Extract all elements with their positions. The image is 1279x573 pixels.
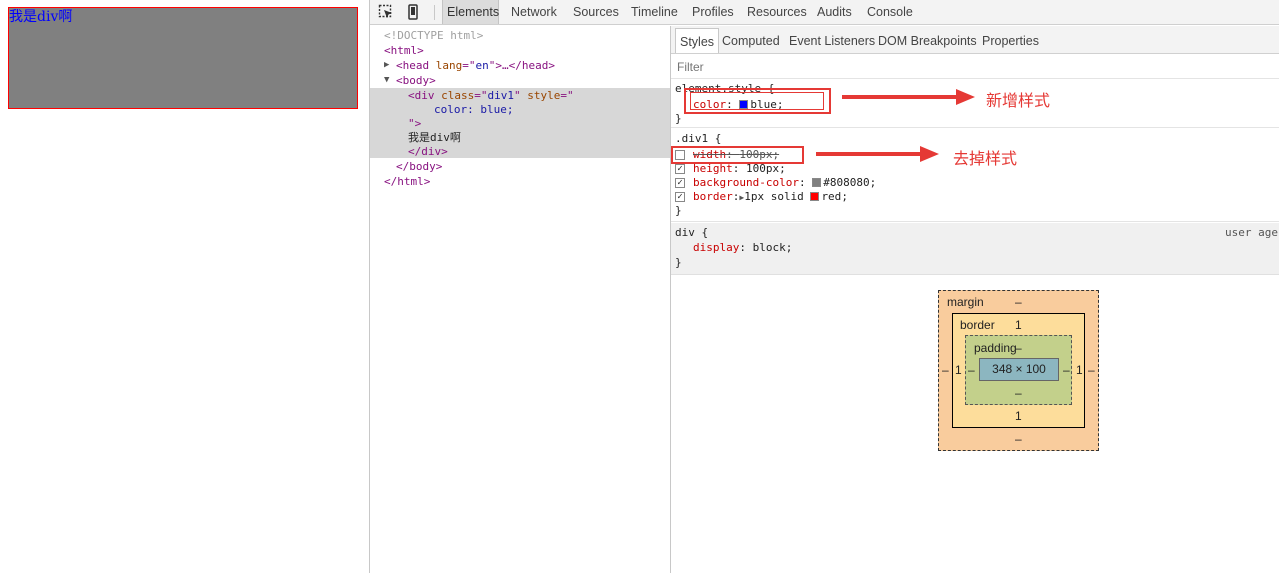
box-model-content[interactable]: 348 × 100 — [979, 358, 1059, 381]
filter-bar — [671, 54, 1279, 79]
tree-div-node[interactable]: <div class="div1" style=" — [408, 89, 574, 103]
tab-console[interactable]: Console — [863, 0, 917, 24]
tab-sources[interactable]: Sources — [569, 0, 623, 24]
collapse-triangle-icon[interactable]: ▼ — [384, 75, 389, 85]
tab-timeline[interactable]: Timeline — [627, 0, 682, 24]
annotation-inner-box — [690, 92, 824, 110]
prop-display-name: display — [693, 241, 740, 254]
checkbox-border-checked[interactable]: ✓ — [675, 192, 685, 202]
padding-left-value[interactable]: – — [968, 363, 975, 377]
checkbox-bg-checked[interactable]: ✓ — [675, 178, 685, 188]
head-attr: lang — [435, 59, 463, 72]
color-swatch-gray[interactable] — [812, 178, 822, 187]
rule-user-agent-div: div { user agent display: block; } — [671, 223, 1279, 275]
annotation-box-removed — [671, 146, 804, 164]
prop-border-value: 1px solid — [744, 190, 811, 203]
prop-border[interactable]: border:▶1px solid red; — [693, 190, 848, 204]
tree-html-close[interactable]: </html> — [384, 175, 430, 189]
tree-div-text[interactable]: 我是div啊 — [408, 131, 461, 145]
prop-border-color: red — [821, 190, 842, 203]
subtab-styles[interactable]: Styles — [675, 28, 720, 53]
rule-close: } — [675, 204, 682, 217]
subtab-dom-breakpoints[interactable]: DOM Breakpoints — [874, 28, 981, 53]
tree-body-open[interactable]: <body> — [396, 74, 436, 88]
arrow-icon — [816, 146, 939, 162]
div-class-val: div1 — [487, 89, 515, 102]
prop-display-value: block — [752, 241, 786, 254]
checkbox-height-checked[interactable]: ✓ — [675, 164, 685, 174]
devtools-toolbar: Elements Network Sources Timeline Profil… — [370, 0, 1279, 25]
div-style-eq: =" — [560, 89, 574, 102]
rule-close: } — [675, 112, 682, 125]
inspect-element-icon[interactable] — [378, 4, 394, 20]
sidebar-tabs: Styles Computed Event Listeners DOM Brea… — [671, 26, 1279, 54]
margin-right-value[interactable]: – — [1088, 363, 1095, 377]
tab-profiles[interactable]: Profiles — [688, 0, 738, 24]
subtab-properties[interactable]: Properties — [978, 28, 1043, 53]
margin-top-value[interactable]: – — [1015, 295, 1022, 309]
padding-label: padding — [974, 341, 1017, 355]
prop-background-color[interactable]: background-color: #808080; — [693, 176, 876, 190]
selector-div1: .div1 { — [675, 132, 722, 145]
margin-bottom-value[interactable]: – — [1015, 432, 1022, 446]
toolbar-separator — [434, 5, 435, 20]
padding-right-value[interactable]: – — [1063, 363, 1070, 377]
border-top-value[interactable]: 1 — [1015, 318, 1022, 332]
border-label: border — [960, 318, 995, 332]
div-style-attr: style — [527, 89, 561, 102]
tab-resources[interactable]: Resources — [743, 0, 811, 24]
tree-div-style-end: "> — [408, 117, 422, 130]
annotation-removed-label: 去掉样式 — [953, 149, 1018, 168]
tab-audits[interactable]: Audits — [813, 0, 856, 24]
elements-tree: <!DOCTYPE html> <html> ▶ <head lang="en"… — [370, 26, 670, 573]
border-right-value[interactable]: 1 — [1076, 363, 1083, 377]
tab-elements[interactable]: Elements — [442, 0, 499, 24]
head-tag: <head — [396, 59, 436, 72]
tree-div-style-value: color: blue; — [434, 103, 514, 116]
rule-source-user-agent: user agent — [1225, 226, 1279, 239]
tree-html-open[interactable]: <html> — [384, 44, 424, 58]
padding-bottom-value[interactable]: – — [1015, 386, 1022, 400]
device-mode-icon[interactable] — [405, 4, 421, 20]
tree-div-close[interactable]: </div> — [408, 145, 448, 159]
prop-bg-value: #808080 — [823, 176, 870, 189]
tree-body-close[interactable]: </body> — [396, 160, 442, 174]
filter-input[interactable] — [675, 59, 1239, 75]
subtab-event-listeners[interactable]: Event Listeners — [785, 28, 879, 53]
preview-div: 我是div啊 — [8, 7, 358, 109]
margin-label: margin — [947, 295, 984, 309]
selector-div: div { — [675, 226, 709, 239]
annotation-added-label: 新增样式 — [986, 91, 1051, 110]
preview-text: 我是div啊 — [9, 9, 73, 25]
border-bottom-value[interactable]: 1 — [1015, 409, 1022, 423]
tree-head-node[interactable]: <head lang="en">…</head> — [396, 59, 555, 73]
div-class-eq: =" — [474, 89, 488, 102]
div-class-attr: class — [441, 89, 475, 102]
margin-left-value[interactable]: – — [942, 363, 949, 377]
tree-doctype[interactable]: <!DOCTYPE html> — [384, 29, 483, 43]
prop-height[interactable]: height: 100px; — [693, 162, 786, 176]
rule-div1: .div1 { width: 100px; ✓ height: 100px; ✓… — [671, 130, 1279, 222]
arrow-icon — [842, 89, 975, 105]
rule-close: } — [675, 256, 682, 269]
subtab-computed[interactable]: Computed — [718, 28, 784, 53]
prop-border-name: border — [693, 190, 733, 203]
div-class-q: " — [514, 89, 528, 102]
tab-network[interactable]: Network — [507, 0, 561, 24]
padding-top-value[interactable]: – — [1015, 341, 1022, 355]
border-left-value[interactable]: 1 — [955, 363, 962, 377]
expand-triangle-icon[interactable]: ▶ — [384, 60, 389, 70]
prop-bg-name: background-color — [693, 176, 799, 189]
div-tag: <div — [408, 89, 442, 102]
color-swatch-red[interactable] — [810, 192, 820, 201]
prop-display: display: block; — [693, 241, 793, 254]
head-val: en — [475, 59, 489, 72]
head-eq: =" — [462, 59, 476, 72]
head-close: ">…</head> — [488, 59, 555, 72]
